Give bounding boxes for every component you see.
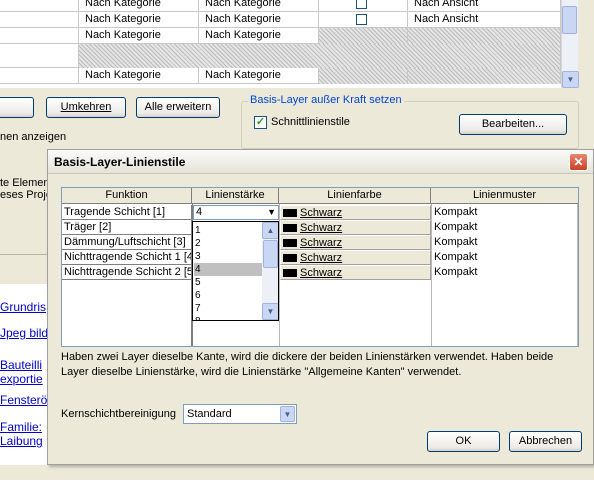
column-header-thickness[interactable]: Linienstärke — [192, 188, 279, 204]
show-hidden-label: nen anzeigen — [0, 131, 67, 143]
column-header-color[interactable]: Linienfarbe — [279, 188, 431, 204]
column-header-pattern[interactable]: Linienmuster — [431, 188, 578, 204]
core-cleanup-label: Kernschichtbereinigung — [61, 408, 176, 420]
function-cell[interactable]: Träger [2] — [62, 220, 192, 235]
cancel-button[interactable]: Abbrechen — [509, 431, 582, 452]
pattern-cell[interactable]: Kompakt — [433, 265, 576, 280]
scroll-up-arrow-icon[interactable]: ▲ — [262, 222, 278, 239]
pattern-cell[interactable]: Kompakt — [433, 235, 576, 250]
expand-all-button[interactable]: Alle erweitern — [136, 97, 220, 118]
group-title: Basis-Layer außer Kraft setzen — [248, 94, 404, 106]
thickness-dropdown-list[interactable]: 1 2 3 4 5 6 7 8 ▲ ▼ — [192, 221, 279, 321]
dialog-titlebar[interactable]: Basis-Layer-Linienstile ✕ — [48, 150, 593, 174]
grid-row[interactable]: Nach Kategorie Nach Kategorie Nach Ansic… — [0, 12, 561, 28]
browser-link[interactable]: Familie: — [0, 420, 42, 434]
dropdown-option[interactable]: 2 — [194, 237, 262, 250]
side-text: eses Proje — [0, 189, 52, 201]
column-header-function[interactable]: Funktion — [62, 188, 192, 204]
divider — [0, 254, 48, 255]
browser-link[interactable]: Laibung — [0, 434, 43, 448]
color-swatch — [283, 239, 297, 248]
line-styles-checkbox[interactable]: ✓ — [254, 116, 267, 129]
thickness-combobox[interactable]: 4 ▼ — [193, 205, 279, 220]
dropdown-option[interactable]: 7 — [194, 302, 262, 315]
grid-row[interactable]: Nach Kategorie Nach Kategorie Nach Ansic… — [0, 0, 561, 12]
pattern-cell[interactable]: Kompakt — [433, 220, 576, 235]
chevron-down-icon[interactable]: ▼ — [280, 406, 295, 422]
info-text: Haben zwei Layer dieselbe Kante, wird di… — [61, 351, 554, 378]
linestyles-table: Funktion Linienstärke Linienfarbe Linien… — [61, 187, 579, 347]
function-cell[interactable]: Dämmung/Luftschicht [3] — [62, 235, 192, 250]
dropdown-option[interactable]: 6 — [194, 289, 262, 302]
pattern-cell[interactable]: Kompakt — [433, 205, 576, 220]
function-column-fill — [62, 280, 192, 346]
scroll-down-arrow-icon[interactable]: ▼ — [262, 303, 278, 320]
scroll-down-arrow-icon[interactable]: ▼ — [562, 71, 579, 88]
color-cell[interactable]: Schwarz — [280, 220, 431, 235]
core-cleanup-select[interactable]: Standard ▼ — [183, 404, 297, 424]
browser-link[interactable]: exportie — [0, 372, 43, 386]
column-divider — [577, 204, 578, 346]
close-icon[interactable]: ✕ — [569, 153, 588, 171]
grid-row[interactable]: Nach Kategorie Nach Kategorie — [0, 28, 561, 44]
browser-link[interactable]: Bauteilli — [0, 358, 42, 372]
dropdown-option-selected[interactable]: 4 — [194, 263, 262, 276]
line-styles-label: Schnittlinienstile — [271, 116, 350, 128]
reverse-button[interactable]: Umkehren — [46, 97, 126, 118]
grid-checkbox[interactable] — [356, 14, 367, 25]
color-swatch — [283, 254, 297, 263]
background-right-border — [580, 0, 594, 146]
color-cell[interactable]: Schwarz — [280, 205, 431, 220]
browser-link[interactable]: Grundris — [0, 300, 46, 314]
color-cell[interactable]: Schwarz — [280, 235, 431, 250]
dropdown-option[interactable]: 1 — [194, 224, 262, 237]
dropdown-scrollbar[interactable]: ▲ ▼ — [262, 222, 278, 320]
scroll-thumb[interactable] — [562, 6, 577, 34]
base-layer-linestyles-dialog: Basis-Layer-Linienstile ✕ Funktion Linie… — [47, 149, 594, 465]
color-swatch — [283, 224, 297, 233]
color-swatch — [283, 209, 297, 218]
bottom-strip — [0, 465, 594, 480]
color-cell[interactable]: Schwarz — [280, 265, 431, 280]
scroll-thumb[interactable] — [263, 240, 278, 268]
ok-button[interactable]: OK — [427, 431, 500, 452]
column-divider — [431, 204, 432, 346]
pattern-cell[interactable]: Kompakt — [433, 250, 576, 265]
background-vertical-scrollbar[interactable]: ▼ — [561, 0, 579, 88]
function-cell[interactable]: Nichttragende Schicht 2 [5] — [62, 265, 192, 280]
project-browser-panel: Grundris Jpeg bild Bauteilli exportie Fe… — [0, 284, 50, 480]
edit-button[interactable]: Bearbeiten... — [459, 114, 567, 135]
grid-row[interactable]: Nach Kategorie Nach Kategorie — [0, 68, 561, 84]
function-cell[interactable]: Nichttragende Schicht 1 [4] — [62, 250, 192, 265]
browser-link[interactable]: Jpeg bild — [0, 326, 48, 340]
side-text: te Elemen — [0, 177, 50, 189]
dropdown-option[interactable]: 8 — [194, 315, 262, 320]
color-swatch — [283, 269, 297, 278]
background-grid: Nach Kategorie Nach Kategorie Nach Ansic… — [0, 0, 561, 88]
function-cell[interactable]: Tragende Schicht [1] — [62, 205, 192, 220]
dropdown-option[interactable]: 5 — [194, 276, 262, 289]
grid-checkbox[interactable] — [356, 0, 367, 9]
partial-button[interactable] — [0, 97, 34, 118]
dropdown-option[interactable]: 3 — [194, 250, 262, 263]
core-cleanup-value: Standard — [187, 408, 232, 420]
thickness-value: 4 — [196, 206, 203, 218]
dialog-title: Basis-Layer-Linienstile — [54, 155, 186, 169]
color-cell[interactable]: Schwarz — [280, 250, 431, 265]
browser-link[interactable]: Fensterö — [0, 393, 47, 407]
chevron-down-icon[interactable]: ▼ — [267, 206, 276, 219]
grid-row[interactable] — [0, 44, 561, 68]
